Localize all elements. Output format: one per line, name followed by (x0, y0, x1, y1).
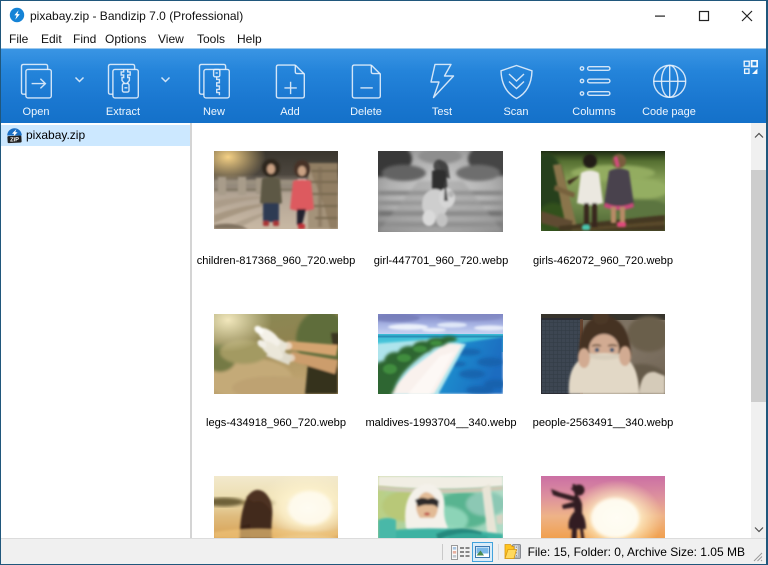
svg-text:ZIP: ZIP (10, 137, 19, 143)
